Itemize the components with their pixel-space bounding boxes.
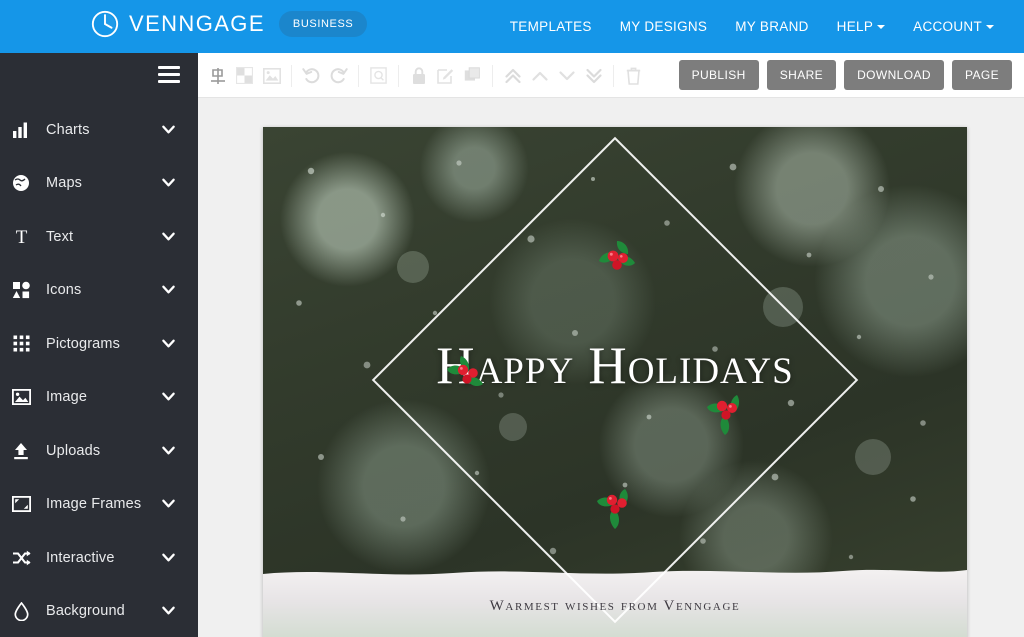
sidebar-item-interactive[interactable]: Interactive bbox=[0, 531, 198, 585]
publish-button[interactable]: PUBLISH bbox=[678, 60, 759, 90]
nav-item-help[interactable]: HELP bbox=[823, 0, 899, 53]
main-nav: TEMPLATES MY DESIGNS MY BRAND HELP ACCOU… bbox=[496, 0, 1008, 53]
bring-forward-icon[interactable] bbox=[526, 53, 553, 98]
nav-item-account[interactable]: ACCOUNT bbox=[899, 0, 1008, 53]
sidebar-item-label: Icons bbox=[46, 282, 82, 299]
caret-down-icon bbox=[877, 25, 886, 29]
chevron-down-icon bbox=[162, 606, 175, 615]
holly-bottom-icon[interactable] bbox=[585, 477, 649, 535]
design-canvas[interactable]: Happy Holidays Warmest wishes from Venng… bbox=[263, 127, 967, 637]
toolbar-action-buttons: PUBLISH SHARE DOWNLOAD PAGE bbox=[678, 60, 1012, 90]
sidebar-item-image[interactable]: Image bbox=[0, 371, 198, 425]
sidebar-menu: Charts Maps T Text Icons Pictograms Imag… bbox=[0, 103, 198, 637]
download-button[interactable]: DOWNLOAD bbox=[844, 60, 944, 90]
sidebar-item-label: Charts bbox=[46, 121, 90, 138]
chevron-down-icon bbox=[162, 446, 175, 455]
toolbar-separator bbox=[613, 64, 614, 87]
chevron-down-icon bbox=[162, 232, 175, 241]
undo-icon[interactable] bbox=[298, 53, 325, 98]
chevron-down-icon bbox=[162, 339, 175, 348]
redo-icon[interactable] bbox=[325, 53, 352, 98]
sidebar-item-label: Image bbox=[46, 389, 88, 406]
image-frame-icon bbox=[8, 493, 34, 515]
nav-item-my-designs[interactable]: MY DESIGNS bbox=[606, 0, 722, 53]
nav-label: ACCOUNT bbox=[913, 19, 982, 34]
nav-item-templates[interactable]: TEMPLATES bbox=[496, 0, 606, 53]
toolbar-separator bbox=[492, 64, 493, 87]
sidebar-item-label: Text bbox=[46, 228, 74, 245]
send-backward-icon[interactable] bbox=[553, 53, 580, 98]
canvas-subtitle[interactable]: Warmest wishes from Venngage bbox=[263, 598, 967, 615]
duplicate-icon[interactable] bbox=[459, 53, 486, 98]
sidebar-item-label: Image Frames bbox=[46, 496, 142, 513]
nav-label: MY BRAND bbox=[735, 19, 809, 34]
shuffle-icon bbox=[8, 547, 34, 569]
venngage-editor: VENNGAGE BUSINESS TEMPLATES MY DESIGNS M… bbox=[0, 0, 1024, 637]
sidebar-item-icons[interactable]: Icons bbox=[0, 264, 198, 318]
sidebar-item-label: Background bbox=[46, 603, 125, 620]
bar-chart-icon bbox=[8, 119, 34, 141]
resize-frame-icon[interactable] bbox=[365, 53, 392, 98]
toolbar-separator bbox=[398, 64, 399, 87]
sidebar-item-label: Interactive bbox=[46, 549, 115, 566]
trash-icon[interactable] bbox=[620, 53, 647, 98]
sidebar-item-maps[interactable]: Maps bbox=[0, 157, 198, 211]
brand-name: VENNGAGE bbox=[129, 11, 265, 36]
globe-icon bbox=[8, 172, 34, 194]
toolbar-separator bbox=[358, 64, 359, 87]
clock-circle-logo-icon bbox=[90, 9, 120, 39]
top-header: VENNGAGE BUSINESS TEMPLATES MY DESIGNS M… bbox=[0, 0, 1024, 53]
sidebar-item-pictograms[interactable]: Pictograms bbox=[0, 317, 198, 371]
canvas-title[interactable]: Happy Holidays bbox=[263, 336, 967, 396]
sidebar-item-uploads[interactable]: Uploads bbox=[0, 424, 198, 478]
bring-to-front-icon[interactable] bbox=[499, 53, 526, 98]
chevron-down-icon bbox=[162, 392, 175, 401]
lock-icon[interactable] bbox=[405, 53, 432, 98]
nav-label: HELP bbox=[836, 19, 874, 34]
chevron-down-icon bbox=[162, 178, 175, 187]
grid-dots-icon bbox=[8, 333, 34, 355]
sidebar-item-text[interactable]: T Text bbox=[0, 210, 198, 264]
caret-down-icon bbox=[986, 25, 994, 29]
chevron-down-icon bbox=[162, 499, 175, 508]
holly-top-icon[interactable] bbox=[585, 235, 649, 293]
hamburger-menu-icon[interactable] bbox=[158, 66, 180, 83]
sidebar-item-charts[interactable]: Charts bbox=[0, 103, 198, 157]
upload-icon bbox=[8, 440, 34, 462]
picture-icon bbox=[8, 386, 34, 408]
chevron-down-icon bbox=[162, 125, 175, 134]
svg-text:T: T bbox=[15, 227, 27, 246]
sidebar-item-image-frames[interactable]: Image Frames bbox=[0, 478, 198, 532]
text-t-icon: T bbox=[8, 226, 34, 248]
brand[interactable]: VENNGAGE BUSINESS bbox=[90, 9, 368, 39]
toolbar-separator bbox=[291, 64, 292, 87]
sidebar-item-label: Uploads bbox=[46, 442, 101, 459]
shapes-icon bbox=[8, 279, 34, 301]
nav-label: TEMPLATES bbox=[509, 19, 592, 34]
droplet-icon bbox=[8, 600, 34, 622]
page-button[interactable]: PAGE bbox=[951, 60, 1012, 90]
editor-toolbar: PUBLISH SHARE DOWNLOAD PAGE bbox=[198, 53, 1024, 98]
tool-icon-group bbox=[204, 53, 647, 98]
edit-icon[interactable] bbox=[432, 53, 459, 98]
sidebar-item-label: Pictograms bbox=[46, 335, 121, 352]
chevron-down-icon bbox=[162, 553, 175, 562]
sidebar-item-label: Maps bbox=[46, 175, 83, 192]
canvas-workspace[interactable]: Happy Holidays Warmest wishes from Venng… bbox=[198, 98, 1024, 637]
nav-label: MY DESIGNS bbox=[619, 19, 708, 34]
send-to-back-icon[interactable] bbox=[580, 53, 607, 98]
left-sidebar: Charts Maps T Text Icons Pictograms Imag… bbox=[0, 53, 198, 637]
holly-right-icon[interactable] bbox=[695, 385, 759, 443]
share-button[interactable]: SHARE bbox=[766, 60, 837, 90]
nav-item-my-brand[interactable]: MY BRAND bbox=[721, 0, 822, 53]
chevron-down-icon bbox=[162, 285, 175, 294]
image-swap-icon[interactable] bbox=[258, 53, 285, 98]
sidebar-item-background[interactable]: Background bbox=[0, 585, 198, 637]
align-icon[interactable] bbox=[204, 53, 231, 98]
business-badge[interactable]: BUSINESS bbox=[278, 11, 368, 37]
holly-left-icon[interactable] bbox=[437, 349, 501, 407]
crop-mask-icon[interactable] bbox=[231, 53, 258, 98]
